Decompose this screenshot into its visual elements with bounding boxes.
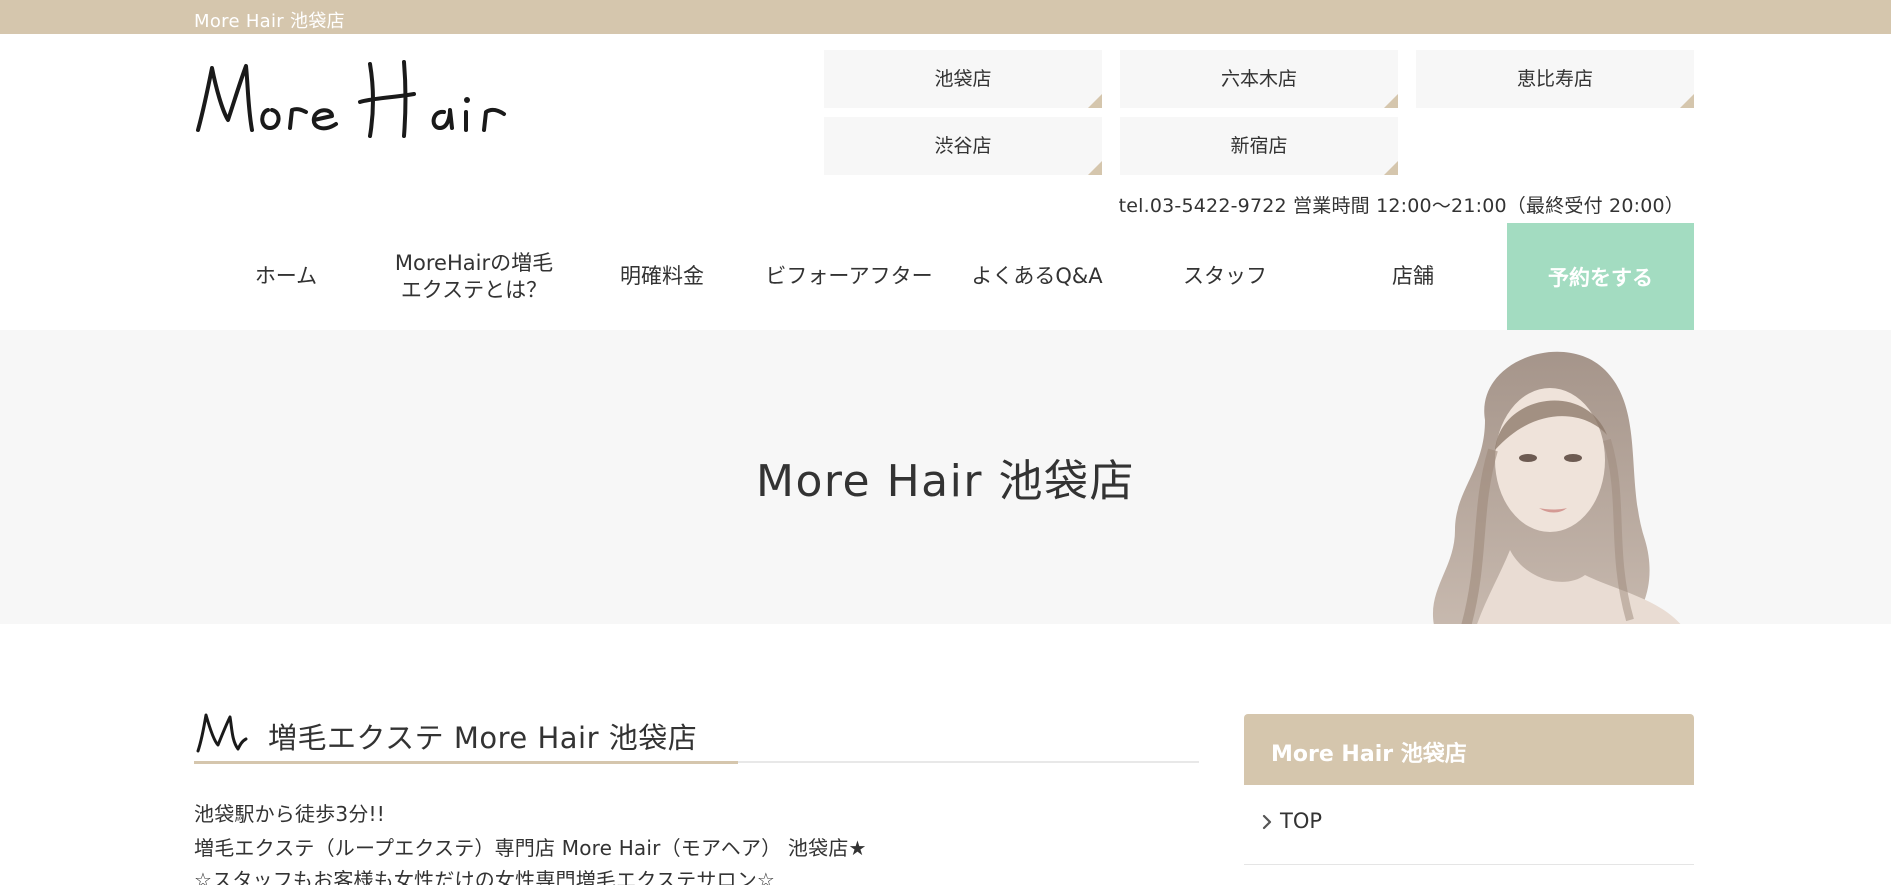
corner-triangle-icon [1088,94,1102,108]
nav-item-home[interactable]: ホーム [192,223,380,330]
shop-button-label: 六本木店 [1220,68,1297,90]
intro-line-3: ☆スタッフもお客様も女性だけの女性専門増毛エクステサロン☆ [194,868,776,885]
nav-item-before-after[interactable]: ビフォーアフター [755,223,943,330]
corner-triangle-icon [1680,94,1694,108]
section-title: 増毛エクステ More Hair 池袋店 [268,721,698,755]
sidebar-item-top[interactable]: TOP [1244,785,1694,865]
shop-button-ikebukuro[interactable]: 池袋店 [824,50,1102,108]
nav-item-faq[interactable]: よくあるQ&A [943,223,1131,330]
reserve-button[interactable]: 予約をする [1507,223,1694,330]
corner-triangle-icon [1384,161,1398,175]
nav-item-label: ホーム [254,264,318,289]
nav-item-label: よくあるQ&A [971,264,1103,289]
shop-button-shinjuku[interactable]: 新宿店 [1120,117,1398,175]
section-heading: 増毛エクステ More Hair 池袋店 [194,705,1199,765]
shop-button-label: 恵比寿店 [1516,68,1593,90]
hero-title: More Hair 池袋店 [756,456,1135,507]
nav-item-pricing[interactable]: 明確料金 [568,223,756,330]
nav-item-label: スタッフ [1183,264,1267,289]
reserve-button-label: 予約をする [1548,265,1653,290]
shop-button-label: 新宿店 [1230,135,1288,157]
shop-button-label: 池袋店 [934,68,992,90]
nav-item-staff[interactable]: スタッフ [1131,223,1319,330]
nav-item-about[interactable]: MoreHairの増毛 エクステとは？ [380,223,568,330]
nav-item-label-wrap: MoreHairの増毛 エクステとは？ [395,250,553,303]
corner-triangle-icon [1088,161,1102,175]
section-divider-accent [194,761,738,764]
shop-button-label: 渋谷店 [934,135,992,157]
nav-item-shops[interactable]: 店舗 [1319,223,1507,330]
shop-button-roppongi[interactable]: 六本木店 [1120,50,1398,108]
m-logo-icon [194,711,248,755]
sidebar-item-label: TOP [1280,809,1323,833]
nav-item-label-line2: エクステとは？ [400,277,548,302]
intro-line-2: 増毛エクステ（ループエクステ）専門店 More Hair（モアヘア） 池袋店★ [194,836,867,860]
top-bar-title: More Hair 池袋店 [194,11,345,32]
corner-triangle-icon [1384,94,1398,108]
nav-item-label: 明確料金 [620,264,704,289]
shop-button-ebisu[interactable]: 恵比寿店 [1416,50,1694,108]
more-hair-logo[interactable] [194,58,544,142]
nav-item-label: ビフォーアフター [765,264,933,289]
chevron-right-icon [1258,813,1276,831]
intro-line-1: 池袋駅から徒歩3分!! [194,802,385,826]
tel-and-hours: tel.03-5422-9722 営業時間 12:00～21:00（最終受付 2… [1118,195,1684,217]
sidebar-title: More Hair 池袋店 [1271,742,1467,767]
nav-item-label-line1: MoreHairの増毛 [394,251,554,276]
sidebar-header: More Hair 池袋店 [1244,714,1694,785]
nav-item-label: 店舗 [1392,264,1434,289]
top-bar: More Hair 池袋店 [0,0,1891,34]
hero-banner: More Hair 池袋店 [0,330,1891,624]
shop-button-shibuya[interactable]: 渋谷店 [824,117,1102,175]
